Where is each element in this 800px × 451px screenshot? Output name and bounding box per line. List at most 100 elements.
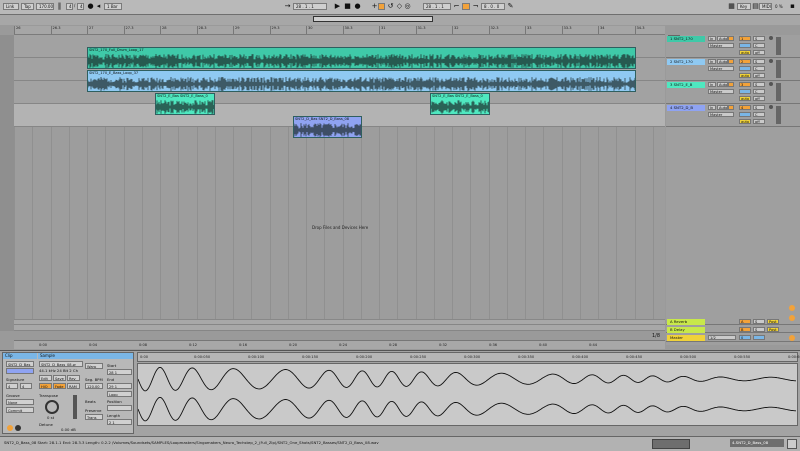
track-name[interactable]: 3 SNT2_E_B: [667, 82, 705, 88]
arrangement-overview[interactable]: [0, 15, 800, 25]
volume-field[interactable]: [739, 89, 751, 94]
solo-button[interactable]: S: [753, 319, 765, 324]
pan-field[interactable]: C: [753, 43, 765, 48]
time-ruler[interactable]: 0:00 0:04 0:08 0:12 0:16 0:20 0:24 0:28 0:32 0:36…: [14, 340, 665, 349]
volume-field[interactable]: [739, 43, 751, 48]
loop-toggle-button[interactable]: [462, 3, 470, 10]
overview-view-window[interactable]: [313, 16, 433, 22]
tempo-nudge-icon[interactable]: ‖: [55, 2, 64, 11]
post-button[interactable]: Post: [767, 327, 779, 332]
arm-icon[interactable]: [769, 82, 773, 86]
record-icon[interactable]: ●: [353, 2, 362, 11]
volume-field[interactable]: [739, 112, 751, 117]
time-signature-numerator[interactable]: 4: [66, 3, 73, 10]
master-track[interactable]: Master 1/2 0: [666, 334, 800, 342]
clip-e-bass-b[interactable]: SNT2_E_Bas SNT2_E_Bass_0: [430, 93, 490, 115]
launch-icon[interactable]: [7, 425, 13, 431]
input-type[interactable]: In: [708, 36, 716, 41]
signature-denominator[interactable]: 4: [20, 383, 32, 389]
clip-name-field[interactable]: SNT2_D_Bas: [6, 361, 34, 367]
grid-fraction[interactable]: 1/8: [652, 333, 660, 339]
arm-icon[interactable]: [769, 105, 773, 109]
midi-map-button[interactable]: MIDI: [759, 3, 772, 10]
solo-button[interactable]: S: [753, 105, 765, 110]
track-name[interactable]: Master: [667, 335, 705, 341]
monitor-auto[interactable]: Auto: [717, 105, 728, 110]
quantize-select[interactable]: 1 Bar: [104, 3, 122, 10]
return-track-b[interactable]: B Delay B S Post: [666, 326, 800, 333]
position-field[interactable]: [107, 405, 132, 411]
seg-bpm-field[interactable]: 120.00: [85, 383, 103, 389]
tempo-field[interactable]: 170.00: [36, 3, 54, 10]
follow-song-icon[interactable]: →: [283, 2, 292, 11]
track-header-3[interactable]: 3 SNT2_E_B In Auto Master 3 S Cauto off: [666, 81, 800, 104]
monitor-off[interactable]: [728, 82, 734, 87]
link-button[interactable]: Link: [3, 3, 19, 10]
arm-icon[interactable]: [769, 59, 773, 63]
punch-in-icon[interactable]: ⌐: [452, 2, 461, 11]
clip-tab[interactable]: Clip: [3, 353, 37, 359]
loop-button[interactable]: Loop: [107, 391, 132, 397]
send-a[interactable]: auto: [739, 119, 751, 124]
send-a[interactable]: auto: [739, 96, 751, 101]
monitor-off[interactable]: [728, 36, 734, 41]
send-a[interactable]: auto: [739, 50, 751, 55]
detail-toggle-icon[interactable]: [787, 439, 797, 449]
track-activator[interactable]: 3: [739, 82, 751, 87]
edit-button[interactable]: Edit: [39, 375, 52, 381]
song-position-field[interactable]: 28 . 1 . 1: [293, 3, 327, 10]
send-b[interactable]: off: [753, 50, 765, 55]
send-b[interactable]: off: [753, 73, 765, 78]
sample-display[interactable]: [137, 363, 798, 426]
clip-drum-loop[interactable]: SNT2_170_Full_Drum_Loop_17: [87, 47, 636, 69]
send-b[interactable]: off: [753, 96, 765, 101]
solo-button[interactable]: S: [753, 36, 765, 41]
loop-length-field[interactable]: 8 . 0 . 0: [481, 3, 505, 10]
arrangement-view[interactable]: SNT2_170_Full_Drum_Loop_17 SNT2_170_E_Ba…: [14, 35, 665, 339]
return-lane-b[interactable]: [14, 325, 665, 331]
save-button[interactable]: Save: [53, 375, 66, 381]
pan-field[interactable]: C: [753, 66, 765, 71]
input-type[interactable]: In: [708, 105, 716, 110]
stop-icon[interactable]: ■: [343, 2, 352, 11]
track-activator[interactable]: 4: [739, 105, 751, 110]
show-io-icon[interactable]: [789, 335, 795, 341]
send-a[interactable]: auto: [739, 73, 751, 78]
clip-color-select[interactable]: [6, 368, 34, 374]
output-routing[interactable]: Master: [708, 89, 734, 94]
track-name[interactable]: 2 SNT2_170: [667, 59, 705, 65]
track-activator[interactable]: B: [739, 327, 751, 332]
monitor-auto[interactable]: Auto: [717, 36, 728, 41]
time-signature-denominator[interactable]: 4: [77, 3, 84, 10]
key-map-button[interactable]: Key: [737, 3, 751, 10]
clip-e-bass-loop[interactable]: SNT2_170_E_Bass_Loop_37: [87, 70, 636, 92]
hiq-button[interactable]: HiQ: [39, 383, 52, 389]
draw-mode-icon[interactable]: ✎: [506, 2, 515, 11]
output-routing[interactable]: Master: [708, 112, 734, 117]
reverse-button[interactable]: Rev: [67, 375, 80, 381]
play-icon[interactable]: ▶: [333, 2, 342, 11]
track-name[interactable]: A Reverb: [667, 319, 705, 325]
gain-slider[interactable]: [73, 395, 77, 419]
preserve-select[interactable]: Trans: [85, 414, 103, 420]
volume-field[interactable]: [739, 66, 751, 71]
master-value[interactable]: 0: [739, 335, 751, 340]
pan-field[interactable]: C: [753, 89, 765, 94]
session-record-icon[interactable]: ◎: [403, 2, 412, 11]
keyboard-icon[interactable]: ▦: [727, 2, 736, 11]
monitor-auto[interactable]: Auto: [717, 82, 728, 87]
track-activator[interactable]: A: [739, 319, 751, 324]
track-activator[interactable]: 2: [739, 59, 751, 64]
beat-time-ruler[interactable]: 26 26.3 27 27.3 28 28.3 29 29.3 30 30.3 31 31.3 32 32…: [14, 26, 665, 35]
punch-out-icon[interactable]: ¬: [471, 2, 480, 11]
send-b[interactable]: off: [753, 119, 765, 124]
output-routing[interactable]: Master: [708, 66, 734, 71]
clip-d-bass[interactable]: SNT2_D_Bas SNT2_D_Bass_08: [293, 116, 362, 138]
input-type[interactable]: In: [708, 82, 716, 87]
master-pan[interactable]: [753, 335, 765, 340]
ram-button[interactable]: RAM: [67, 383, 80, 389]
return-track-a[interactable]: A Reverb A S Post: [666, 318, 800, 325]
track-name[interactable]: 4 SNT2_D_B: [667, 105, 705, 111]
sample-scale[interactable]: 0:00 0:00:050 0:00:100 0:00:150 0:00:200 0:00…: [137, 352, 800, 362]
track-name[interactable]: B Delay: [667, 327, 705, 333]
